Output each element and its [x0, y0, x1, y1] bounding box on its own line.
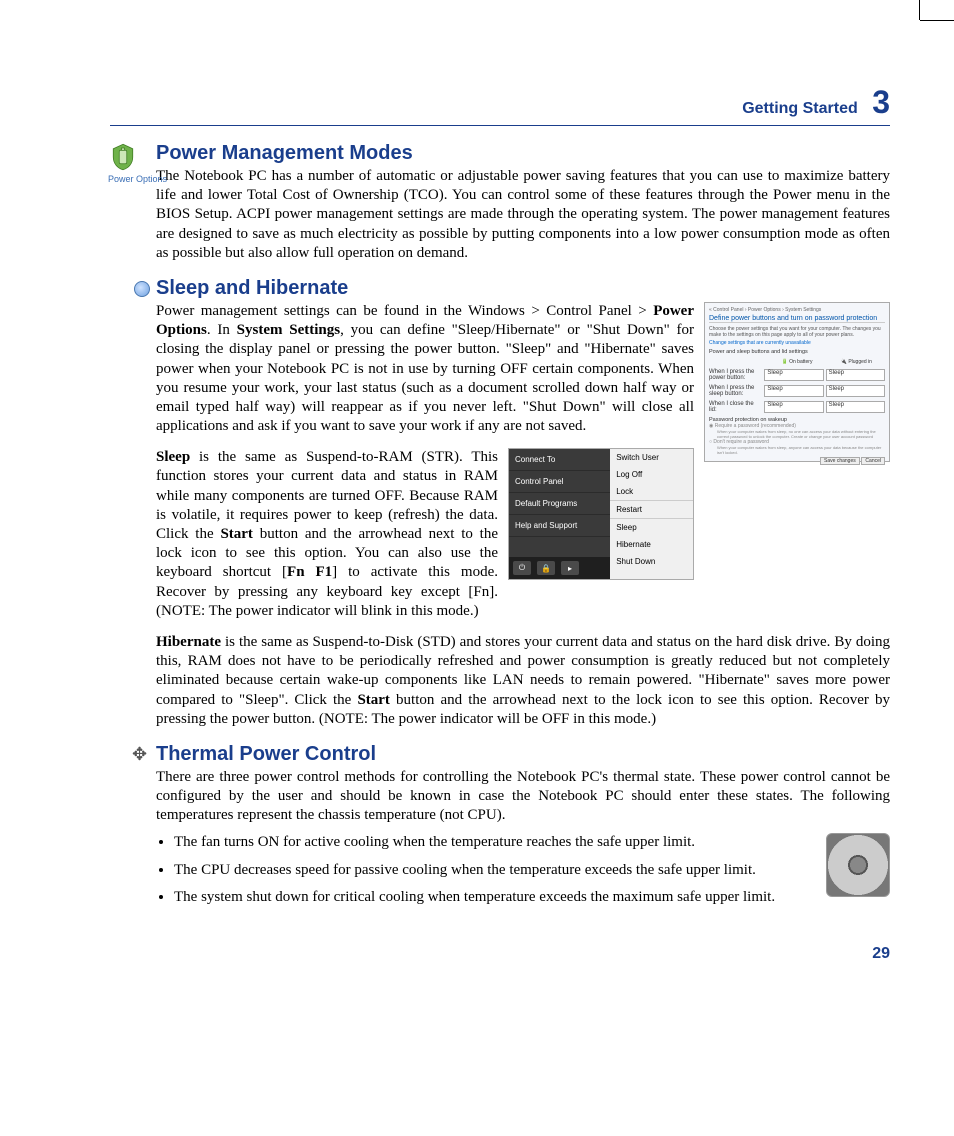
start-item-help: Help and Support: [509, 515, 610, 537]
fan-image: [826, 833, 890, 897]
po-breadcrumb: « Control Panel › Power Options › System…: [709, 307, 885, 313]
start-item-default-programs: Default Programs: [509, 493, 610, 515]
moon-sleep-icon: [134, 281, 150, 297]
power-options-badge: Power Options: [108, 142, 167, 184]
po-drop: Sleep: [826, 385, 885, 397]
section-sleep-hibernate: Sleep and Hibernate « Control Panel › Po…: [156, 277, 890, 729]
power-options-caption: Power Options: [108, 174, 167, 184]
paragraph-power-management: The Notebook PC has a number of automati…: [156, 167, 890, 263]
section-thermal: ✥ Thermal Power Control There are three …: [156, 743, 890, 915]
arrows-expand-icon: ✥: [132, 744, 147, 764]
chapter-header: Getting Started 3: [110, 84, 890, 121]
po-drop: Sleep: [764, 385, 823, 397]
screenshot-start-menu: Connect To Control Panel Default Program…: [508, 448, 694, 580]
crop-mark-vertical: [919, 0, 920, 20]
po-drop: Sleep: [826, 369, 885, 381]
sleep-icon-slot: [134, 281, 150, 300]
text-bold: Start: [220, 526, 253, 542]
po-drop: Sleep: [764, 369, 823, 381]
page-content: Getting Started 3 Power Options Power Ma…: [110, 84, 890, 929]
heading-sleep-hibernate: Sleep and Hibernate: [156, 277, 890, 300]
chapter-title: Getting Started: [742, 100, 858, 117]
battery-shield-icon: [108, 142, 138, 172]
heading-power-management: Power Management Modes: [156, 142, 890, 165]
list-item: The system shut down for critical coolin…: [174, 888, 890, 907]
po-title: Define power buttons and turn on passwor…: [709, 315, 885, 323]
po-subtitle: Choose the power settings that you want …: [709, 326, 885, 338]
thermal-bullets: The fan turns ON for active cooling when…: [156, 833, 890, 907]
po-row-sleep-btn: When I press the sleep button:: [709, 385, 762, 397]
power-icon: ⏻: [513, 561, 531, 575]
header-rule: [110, 125, 890, 126]
page-number: 29: [872, 945, 890, 963]
text-bold: Start: [357, 692, 390, 708]
po-drop: Sleep: [826, 401, 885, 413]
text-bold: Sleep: [156, 449, 190, 465]
thermal-icon-slot: ✥: [132, 745, 147, 765]
list-item: The fan turns ON for active cooling when…: [174, 833, 890, 852]
po-btn-save: Save changes: [820, 457, 860, 465]
po-opt1-desc: When your computer wakes from sleep, no …: [717, 429, 885, 439]
list-item: The CPU decreases speed for passive cool…: [174, 861, 890, 880]
start-item-hibernate: Hibernate: [610, 536, 693, 553]
start-item-switch-user: Switch User: [610, 449, 693, 466]
paragraph-thermal: There are three power control methods fo…: [156, 768, 890, 826]
start-item-log-off: Log Off: [610, 466, 693, 483]
po-section-label: Power and sleep buttons and lid settings: [709, 349, 885, 355]
screenshot-power-options: « Control Panel › Power Options › System…: [704, 302, 890, 462]
po-col-battery: On battery: [789, 359, 812, 365]
section-power-management: Power Options Power Management Modes The…: [156, 142, 890, 263]
po-col-plugged: Plugged in: [848, 359, 872, 365]
start-item-connect-to: Connect To: [509, 449, 610, 471]
text-bold: System Settings: [237, 322, 340, 338]
po-drop: Sleep: [764, 401, 823, 413]
start-item-lock: Lock: [610, 483, 693, 500]
po-btn-cancel: Cancel: [861, 457, 885, 465]
start-item-restart: Restart: [610, 500, 693, 518]
heading-thermal: Thermal Power Control: [156, 743, 890, 766]
start-item-control-panel: Control Panel: [509, 471, 610, 493]
text: . In: [207, 322, 237, 338]
po-row-lid: When I close the lid:: [709, 401, 762, 413]
text-bold: Fn F1: [287, 564, 332, 580]
start-item-shut-down: Shut Down: [610, 553, 693, 570]
text-bold: Hibernate: [156, 634, 221, 650]
po-opt2-desc: When your computer wakes from sleep, any…: [717, 445, 885, 455]
po-row-power-btn: When I press the power button:: [709, 369, 762, 381]
text: Power management settings can be found i…: [156, 303, 653, 319]
start-item-sleep: Sleep: [610, 518, 693, 536]
po-link: Change settings that are currently unava…: [709, 340, 885, 346]
arrow-right-icon: ▸: [561, 561, 579, 575]
paragraph-hibernate: Hibernate is the same as Suspend-to-Disk…: [156, 633, 890, 729]
chapter-number: 3: [872, 84, 890, 120]
crop-mark-horizontal: [920, 20, 954, 21]
text: , you can define "Sleep/Hibernate" or "S…: [156, 322, 694, 434]
lock-icon: 🔒: [537, 561, 555, 575]
